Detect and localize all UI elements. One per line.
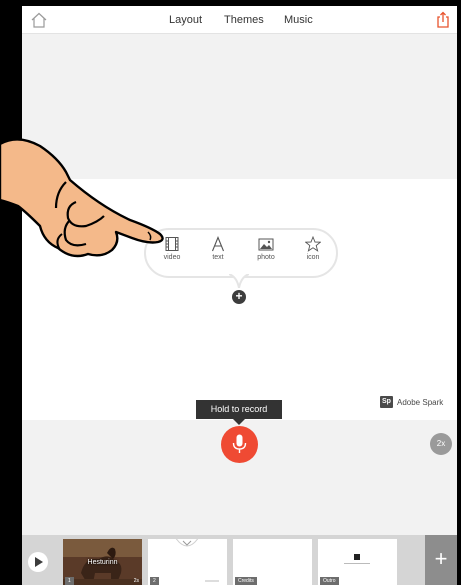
slide-thumbnail-2[interactable]: 2 [148,539,227,585]
slide-3-badge: Credits [235,577,257,585]
slide-thumbnail-outro[interactable]: Outro [318,539,397,585]
device-frame-left [0,0,22,585]
tab-layout[interactable]: Layout [169,14,202,26]
option-icon[interactable]: icon [293,236,333,261]
slide-1-title: Hesturinn [87,559,118,566]
chevron-down-icon [175,539,199,547]
option-photo[interactable]: photo [246,236,286,261]
adobe-spark-watermark: Sp Adobe Spark [380,395,443,409]
slide-thumbnail-1[interactable]: Hesturinn 1 2s [63,539,142,585]
slide-1-badge: 1 [65,577,74,585]
pointing-hand-graphic [0,138,164,258]
share-icon[interactable] [435,11,451,29]
device-frame-right [457,0,461,585]
slide-thumbnail-credits[interactable]: Credits [233,539,312,585]
add-slide-button[interactable]: + [425,535,457,585]
play-icon[interactable] [28,552,48,572]
tab-themes[interactable]: Themes [224,14,264,26]
spark-brand-text: Adobe Spark [397,397,444,407]
photo-icon [258,238,274,251]
top-bar: Layout Themes Music [22,6,457,34]
option-text-label: text [212,254,224,261]
option-text[interactable]: text [198,236,238,261]
option-photo-label: photo [257,254,275,261]
spark-logo: Sp [380,396,393,408]
app-window: Layout Themes Music video text photo ico… [22,6,457,585]
outro-logo [354,554,360,560]
record-button[interactable] [221,426,258,463]
content-chooser: video text photo icon [144,228,338,278]
home-icon[interactable] [30,11,48,29]
text-icon [211,236,225,252]
slide-2-watermark [205,580,219,582]
slide-1-duration: 2s [133,578,139,584]
tooltip-arrow [233,419,245,425]
chooser-pointer [229,274,249,288]
speed-button[interactable]: 2x [430,433,452,455]
slide-2-badge: 2 [150,577,159,585]
slide-strip: Hesturinn 1 2s 2 Credits Outro + [22,535,457,585]
option-icon-label: icon [306,254,320,261]
outro-caption [344,563,370,564]
slide-4-badge: Outro [320,577,339,585]
add-content-button[interactable]: + [232,290,246,304]
tab-music[interactable]: Music [284,14,313,26]
microphone-icon [232,434,247,453]
record-tooltip: Hold to record [196,400,282,419]
star-icon [305,236,321,252]
